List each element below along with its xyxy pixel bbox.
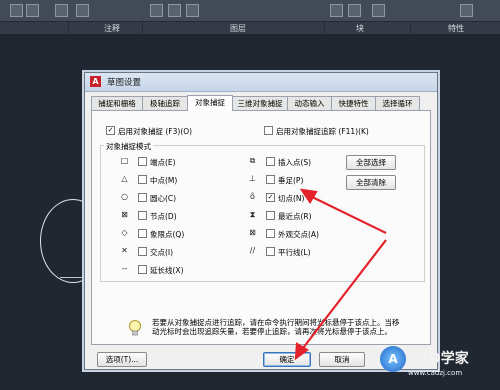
annotation-arrows (294, 188, 387, 361)
tab-object-snap[interactable]: 对象捕捉 (187, 95, 233, 111)
watermark-text: CAD学家 (408, 351, 469, 367)
watermark-logo: A (380, 346, 406, 372)
site-watermark: A CAD学家 www.cadzj.com (374, 340, 498, 388)
watermark-url: www.cadzj.com (408, 369, 463, 377)
